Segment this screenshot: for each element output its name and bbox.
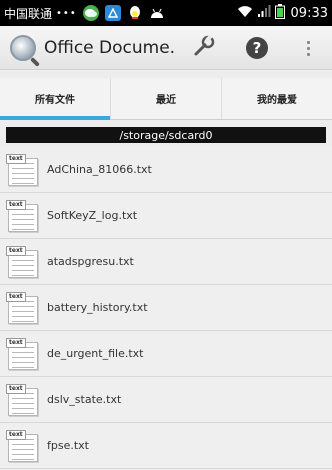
tab-label: 最近	[156, 95, 176, 106]
carrier-label: 中国联通	[4, 6, 53, 21]
file-type-tag: text	[6, 199, 26, 210]
file-type-tag: text	[6, 429, 26, 440]
wifi-icon	[237, 5, 253, 21]
tab-recent[interactable]: 最近	[111, 78, 222, 119]
app-logo-icon	[10, 34, 36, 61]
list-item[interactable]: text de_urgent_file.txt	[0, 331, 332, 377]
signal-icon	[257, 5, 271, 21]
current-path: /storage/sdcard0	[6, 127, 326, 143]
text-file-icon: text	[6, 152, 40, 188]
clock: 09:33	[290, 5, 328, 21]
file-name: atadspgresu.txt	[47, 255, 134, 268]
list-item[interactable]: text dslv_state.txt	[0, 377, 332, 423]
qq-icon	[127, 5, 143, 21]
notification-dots: •••	[56, 7, 77, 19]
battery-icon	[274, 4, 285, 22]
wrench-icon	[192, 34, 216, 62]
list-item[interactable]: text battery_history.txt	[0, 285, 332, 331]
help-button[interactable]: ?	[243, 34, 271, 62]
action-bar: Office Docume. ?	[0, 26, 332, 70]
status-bar: 中国联通 ••• 09:33	[0, 0, 332, 26]
list-item[interactable]: text atadspgresu.txt	[0, 239, 332, 285]
tab-label: 所有文件	[35, 95, 75, 106]
file-type-tag: text	[6, 245, 26, 256]
file-name: AdChina_81066.txt	[47, 163, 152, 176]
file-type-tag: text	[6, 291, 26, 302]
file-list: text AdChina_81066.txt text SoftKeyZ_log…	[0, 147, 332, 469]
file-type-tag: text	[6, 383, 26, 394]
text-file-icon: text	[6, 244, 40, 280]
tab-favorites[interactable]: 我的最爱	[222, 78, 332, 119]
file-name: de_urgent_file.txt	[47, 347, 144, 360]
file-name: battery_history.txt	[47, 301, 148, 314]
settings-button[interactable]	[190, 34, 218, 62]
file-name: fpse.txt	[47, 439, 89, 452]
text-file-icon: text	[6, 428, 40, 464]
list-item[interactable]: text AdChina_81066.txt	[0, 147, 332, 193]
list-item[interactable]: text fpse.txt	[0, 423, 332, 469]
list-item[interactable]: text SoftKeyZ_log.txt	[0, 193, 332, 239]
tab-bar: 所有文件 最近 我的最爱	[0, 78, 332, 120]
text-file-icon: text	[6, 198, 40, 234]
file-name: SoftKeyZ_log.txt	[47, 209, 138, 222]
overflow-menu-icon	[306, 40, 310, 56]
file-name: dslv_state.txt	[47, 393, 122, 406]
text-file-icon: text	[6, 336, 40, 372]
app-title: Office Docume.	[44, 37, 176, 58]
help-icon: ?	[246, 37, 268, 59]
file-type-tag: text	[6, 337, 26, 348]
text-file-icon: text	[6, 382, 40, 418]
file-type-tag: text	[6, 153, 26, 164]
tab-all-files[interactable]: 所有文件	[0, 78, 111, 120]
overflow-menu-button[interactable]	[294, 34, 322, 62]
wechat-icon	[82, 5, 99, 21]
tab-label: 我的最爱	[257, 95, 297, 106]
android-icon	[149, 5, 165, 21]
app-store-icon	[104, 5, 121, 21]
text-file-icon: text	[6, 290, 40, 326]
